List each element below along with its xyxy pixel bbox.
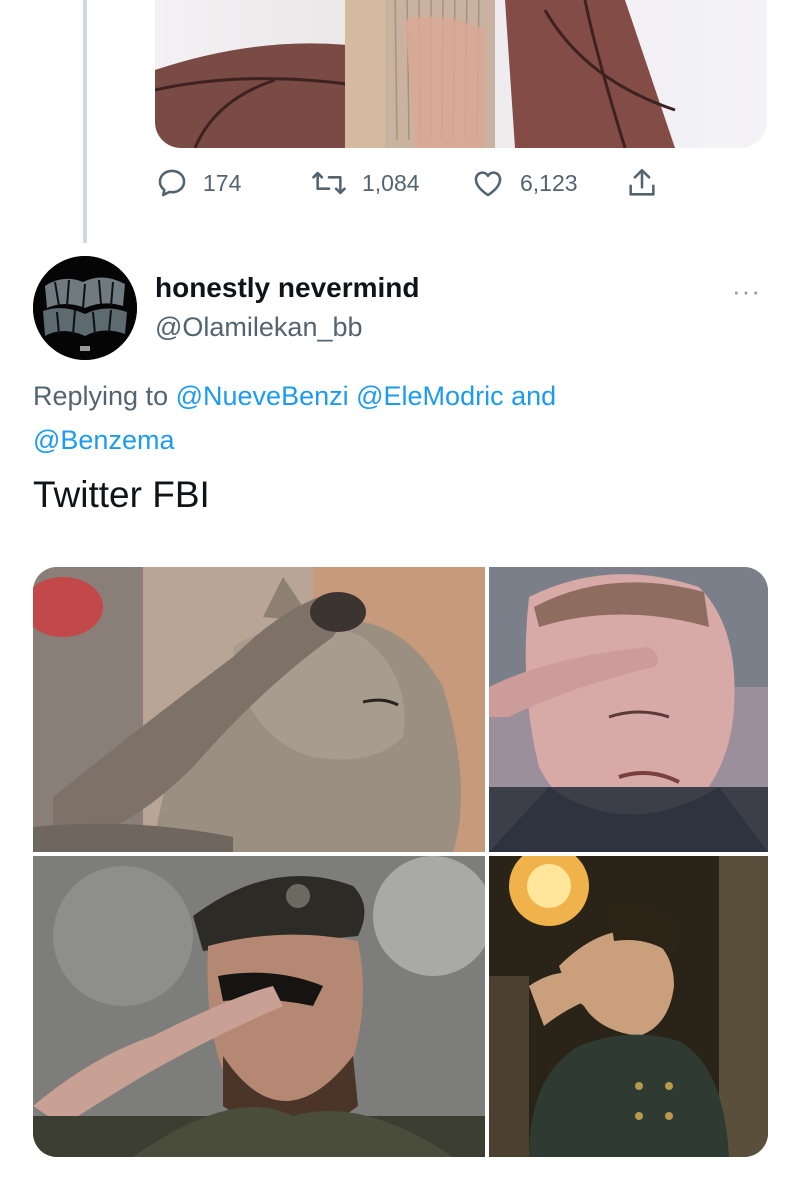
previous-tweet-image <box>155 0 676 148</box>
reply-icon <box>158 169 186 197</box>
retweet-icon <box>312 171 346 195</box>
tweet-action-bar: 174 1,084 6,123 <box>155 165 715 201</box>
retweet-action[interactable]: 1,084 <box>310 165 420 201</box>
mention-link[interactable]: @NueveBenzi <box>176 381 349 411</box>
previous-tweet-media[interactable] <box>155 0 767 148</box>
mention-link[interactable]: @Benzema <box>33 425 174 455</box>
reply-prefix: Replying to <box>33 381 169 411</box>
media-tile-crying-man[interactable] <box>489 567 768 852</box>
author-name[interactable]: honestly nevermind <box>155 272 420 304</box>
crying-man-image <box>489 567 768 852</box>
thread-connector-line <box>83 0 87 243</box>
media-tile-night-salute[interactable] <box>489 856 768 1157</box>
reply-action[interactable]: 174 <box>155 165 241 201</box>
avatar-logo-image <box>33 256 137 360</box>
cat-salute-image <box>33 567 485 852</box>
media-tile-cat-salute[interactable] <box>33 567 485 852</box>
tweet-text: Twitter FBI <box>33 474 210 515</box>
soldier-eyepatch-image <box>33 856 485 1157</box>
like-count: 6,123 <box>520 169 578 196</box>
media-tile-soldier-eyepatch[interactable] <box>33 856 485 1157</box>
retweet-count: 1,084 <box>362 169 420 196</box>
share-icon <box>629 168 655 196</box>
author-handle[interactable]: @Olamilekan_bb <box>155 312 363 343</box>
tweet-media-grid <box>33 567 768 1157</box>
reply-count: 174 <box>203 169 242 196</box>
night-salute-image <box>489 856 768 1157</box>
more-options-icon[interactable]: ··· <box>732 276 761 307</box>
like-action[interactable]: 6,123 <box>470 165 578 201</box>
author-avatar[interactable] <box>33 256 137 360</box>
share-action[interactable] <box>625 165 659 201</box>
replying-to-line: Replying to @NueveBenzi @EleModric and @… <box>33 374 753 462</box>
heart-icon <box>474 171 502 197</box>
mention-conjunction[interactable]: and <box>511 381 556 411</box>
mention-link[interactable]: @EleModric <box>356 381 503 411</box>
